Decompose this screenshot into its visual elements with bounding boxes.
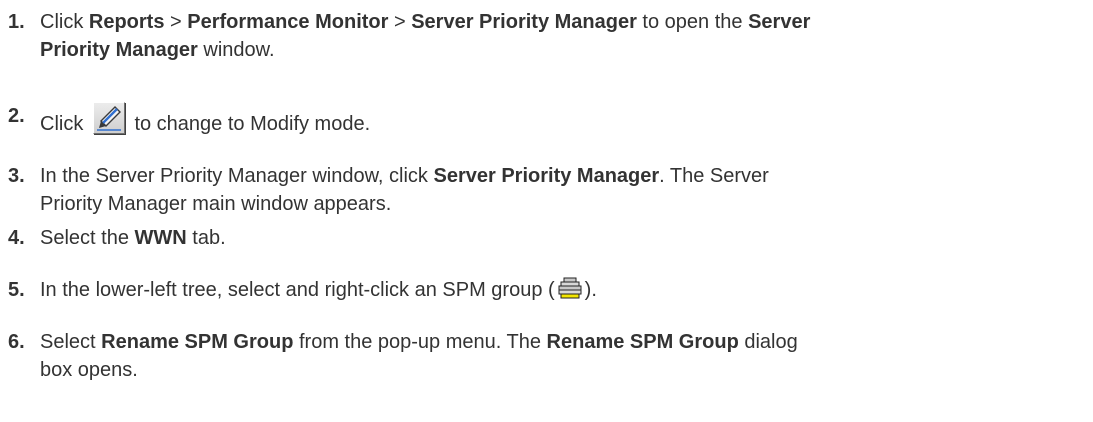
text: In the lower-left tree, select and right… [40, 279, 555, 301]
dialog-name-rename-spm-group: Rename SPM Group [546, 331, 739, 353]
text: In the Server Priority Manager window, c… [40, 165, 434, 187]
step-number: 3. [8, 165, 25, 187]
step-text: Click Reports > Performance Monitor > Se… [40, 8, 1087, 64]
text: Click [40, 11, 89, 33]
text: Select the [40, 227, 135, 249]
text: from the pop-up menu. The [293, 331, 547, 353]
procedure-steps: 1. Click Reports > Performance Monitor >… [0, 0, 1093, 422]
step-text: Click to change to Modify mode. [40, 102, 1087, 138]
tab-name-wwn: WWN [134, 227, 187, 249]
text: > [164, 11, 188, 33]
step-text: Select the WWN tab. [40, 224, 1087, 252]
menu-server-priority-manager: Server Priority Manager [433, 165, 660, 187]
window-name-part: Server [748, 11, 811, 33]
text: Priority Manager main window appears. [40, 193, 392, 215]
step-number: 2. [8, 105, 25, 127]
text: Select [40, 331, 102, 353]
step-number: 6. [8, 331, 25, 353]
text: Click [40, 113, 89, 135]
step-number: 5. [8, 279, 25, 301]
step-number: 4. [8, 227, 25, 249]
text: to open the [636, 11, 749, 33]
text: dialog [738, 331, 798, 353]
menu-reports: Reports [88, 11, 165, 33]
step-text: In the lower-left tree, select and right… [40, 276, 1087, 304]
menu-rename-spm-group: Rename SPM Group [101, 331, 294, 353]
step-number: 1. [8, 11, 25, 33]
text: to change to Modify mode. [128, 113, 371, 135]
text: window. [197, 39, 275, 61]
step-text: In the Server Priority Manager window, c… [40, 162, 1087, 218]
pencil-edit-icon [92, 102, 125, 134]
step-text: Select Rename SPM Group from the pop-up … [40, 328, 1087, 384]
spm-group-icon [557, 277, 583, 299]
text: . The Server [659, 165, 769, 187]
text: > [388, 11, 412, 33]
window-name-part: Priority Manager [40, 39, 198, 61]
menu-server-priority-manager: Server Priority Manager [411, 11, 637, 33]
text: tab. [186, 227, 226, 249]
text: box opens. [40, 359, 138, 381]
menu-performance-monitor: Performance Monitor [187, 11, 389, 33]
text: ). [584, 279, 597, 301]
